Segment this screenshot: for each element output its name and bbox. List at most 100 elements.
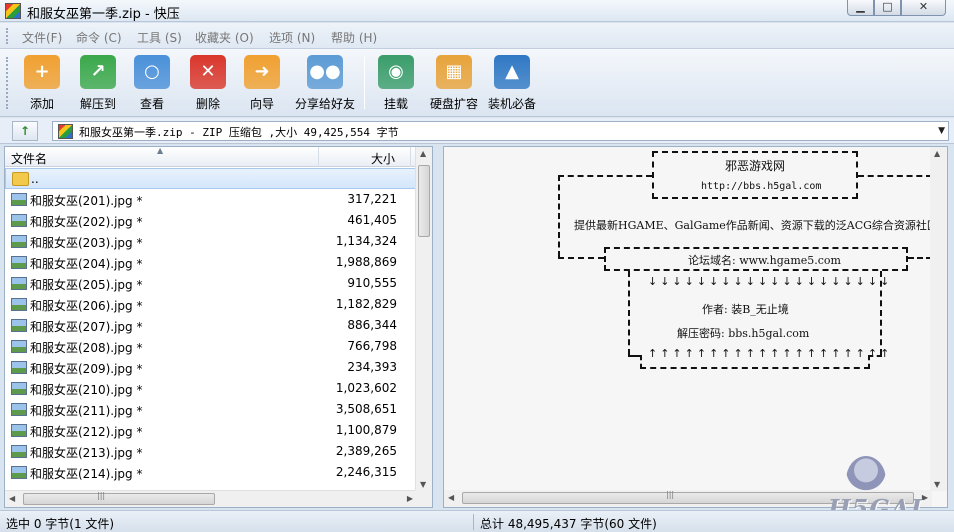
address-field[interactable]: 和服女巫第一季.zip - ZIP 压缩包 ,大小 49,425,554 字节 … [52,121,949,141]
password-line: 解压密码: bbs.h5gal.com [677,327,810,340]
file-size: 461,405 [347,213,397,227]
down-arrows: ↓↓↓↓↓↓↓↓↓↓↓↓↓↓↓↓↓↓↓↓ [648,275,893,288]
scroll-down-icon[interactable]: ▼ [420,480,426,489]
image-file-icon [11,361,27,374]
frame-line [558,175,652,177]
scrollbar-corner [415,490,432,507]
scroll-up-icon[interactable]: ▲ [934,149,940,158]
disk-expand-button[interactable]: ▦ 硬盘扩容 [426,55,482,113]
toolbar-separator [364,57,365,109]
extract-to-icon: ↗ [80,55,116,89]
mount-disk-icon: ◉ [378,55,414,89]
table-row[interactable]: 和服女巫(209).jpg * 234,393 [5,357,417,378]
image-file-icon [11,382,27,395]
table-row[interactable]: 和服女巫(213).jpg * 2,389,265 [5,441,417,462]
disk-expand-icon: ▦ [436,55,472,89]
menu-options[interactable]: 选项 (N) [269,29,315,46]
scroll-left-icon[interactable]: ◀ [9,494,15,503]
file-list-horizontal-scrollbar[interactable]: ◀ ||| ▶ [5,490,417,507]
add-button[interactable]: + 添加 [20,55,64,113]
wizard-arrow-icon: ➜ [244,55,280,89]
address-dropdown-icon[interactable]: ▼ [938,126,945,136]
table-row[interactable]: 和服女巫(204).jpg * 1,988,869 [5,252,417,273]
maximize-button[interactable]: □ [874,0,901,16]
preview-vertical-scrollbar[interactable]: ▲ ▼ [930,147,947,491]
file-size: 317,221 [347,192,397,206]
column-header-size[interactable]: 大小 [371,150,395,167]
scroll-grip-icon: ||| [97,491,106,500]
status-divider [473,514,474,530]
file-size: 1,182,829 [335,297,397,311]
toolbar: + 添加 ↗ 解压到 ○ 查看 ✕ 删除 ➜ 向导 ●● 分享给好友 ◉ 挂载 … [0,49,954,117]
share-friends-button[interactable]: ●● 分享给好友 [292,55,358,113]
file-list-vertical-scrollbar[interactable]: ▲ ▼ [415,147,432,491]
file-size: 2,246,315 [335,465,397,479]
table-row[interactable]: 和服女巫(207).jpg * 886,344 [5,315,417,336]
file-size: 234,393 [347,360,397,374]
file-size: 910,555 [347,276,397,290]
file-size: 766,798 [347,339,397,353]
scroll-up-icon[interactable]: ▲ [420,149,426,158]
table-row[interactable]: 和服女巫(203).jpg * 1,134,324 [5,231,417,252]
image-file-icon [11,319,27,332]
column-divider[interactable] [318,147,319,167]
essentials-button[interactable]: ▲ 装机必备 [484,55,540,113]
up-arrows: ↑↑↑↑↑↑↑↑↑↑↑↑↑↑↑↑↑↑↑↑ [648,347,893,360]
menu-help[interactable]: 帮助 (H) [331,29,377,46]
title-bar: 和服女巫第一季.zip - 快压 ▁ □ ✕ [0,0,954,22]
menu-file[interactable]: 文件(F) [22,29,62,46]
file-size: 1,134,324 [335,234,397,248]
app-logo-icon [5,3,21,19]
scroll-right-icon[interactable]: ▶ [407,494,413,503]
menu-favorites[interactable]: 收藏夹 (O) [195,29,254,46]
folder-icon [12,172,29,186]
status-total: 总计 48,495,437 字节(60 文件) [480,517,657,531]
menu-command[interactable]: 命令 (C) [76,29,122,46]
file-size: 1,988,869 [335,255,397,269]
file-name: 和服女巫(208).jpg * [30,341,143,355]
image-file-icon [11,256,27,269]
scroll-thumb[interactable] [418,165,430,237]
file-name: 和服女巫(210).jpg * [30,383,143,397]
column-header-name[interactable]: 文件名 [11,150,47,167]
file-name: 和服女巫(206).jpg * [30,299,143,313]
frame-line [558,175,560,257]
scroll-grip-icon: ||| [666,490,675,499]
minimize-button[interactable]: ▁ [847,0,874,16]
delete-button[interactable]: ✕ 删除 [186,55,230,113]
table-row[interactable]: 和服女巫(201).jpg * 317,221 [5,189,417,210]
extract-to-button[interactable]: ↗ 解压到 [76,55,120,113]
archive-icon [58,124,73,139]
parent-folder-row[interactable]: .. [5,168,417,189]
essentials-icon: ▲ [494,55,530,89]
share-friends-icon: ●● [307,55,343,89]
close-button[interactable]: ✕ [901,0,946,16]
file-name: 和服女巫(203).jpg * [30,236,143,250]
file-list-pane: 文件名 ▲ 大小 .. 和服女巫(201).jpg * 317,221 和服女巫(… [4,146,433,508]
menu-grip [6,28,9,44]
file-name: 和服女巫(204).jpg * [30,257,143,271]
file-name: 和服女巫(201).jpg * [30,194,143,208]
scroll-thumb[interactable] [23,493,215,505]
image-file-icon [11,193,27,206]
site-description: 提供最新HGAME、GalGame作品新闻、资源下载的泛ACG综合资源社区 [574,219,938,232]
status-selected: 选中 0 字节(1 文件) [6,517,115,531]
file-name: 和服女巫(202).jpg * [30,215,143,229]
table-row[interactable]: 和服女巫(202).jpg * 461,405 [5,210,417,231]
menu-tools[interactable]: 工具 (S) [137,29,182,46]
mount-button[interactable]: ◉ 挂载 [374,55,418,113]
site-url[interactable]: http://bbs.h5gal.com [701,181,821,192]
table-row[interactable]: 和服女巫(208).jpg * 766,798 [5,336,417,357]
column-divider[interactable] [410,147,411,167]
table-row[interactable]: 和服女巫(205).jpg * 910,555 [5,273,417,294]
up-folder-button[interactable]: ↑ [12,121,38,141]
table-row[interactable]: 和服女巫(210).jpg * 1,023,602 [5,378,417,399]
view-button[interactable]: ○ 查看 [130,55,174,113]
table-row[interactable]: 和服女巫(212).jpg * 1,100,879 [5,420,417,441]
table-row[interactable]: 和服女巫(206).jpg * 1,182,829 [5,294,417,315]
image-file-icon [11,466,27,479]
scroll-left-icon[interactable]: ◀ [448,493,454,502]
table-row[interactable]: 和服女巫(214).jpg * 2,246,315 [5,462,417,483]
table-row[interactable]: 和服女巫(211).jpg * 3,508,651 [5,399,417,420]
wizard-button[interactable]: ➜ 向导 [240,55,284,113]
